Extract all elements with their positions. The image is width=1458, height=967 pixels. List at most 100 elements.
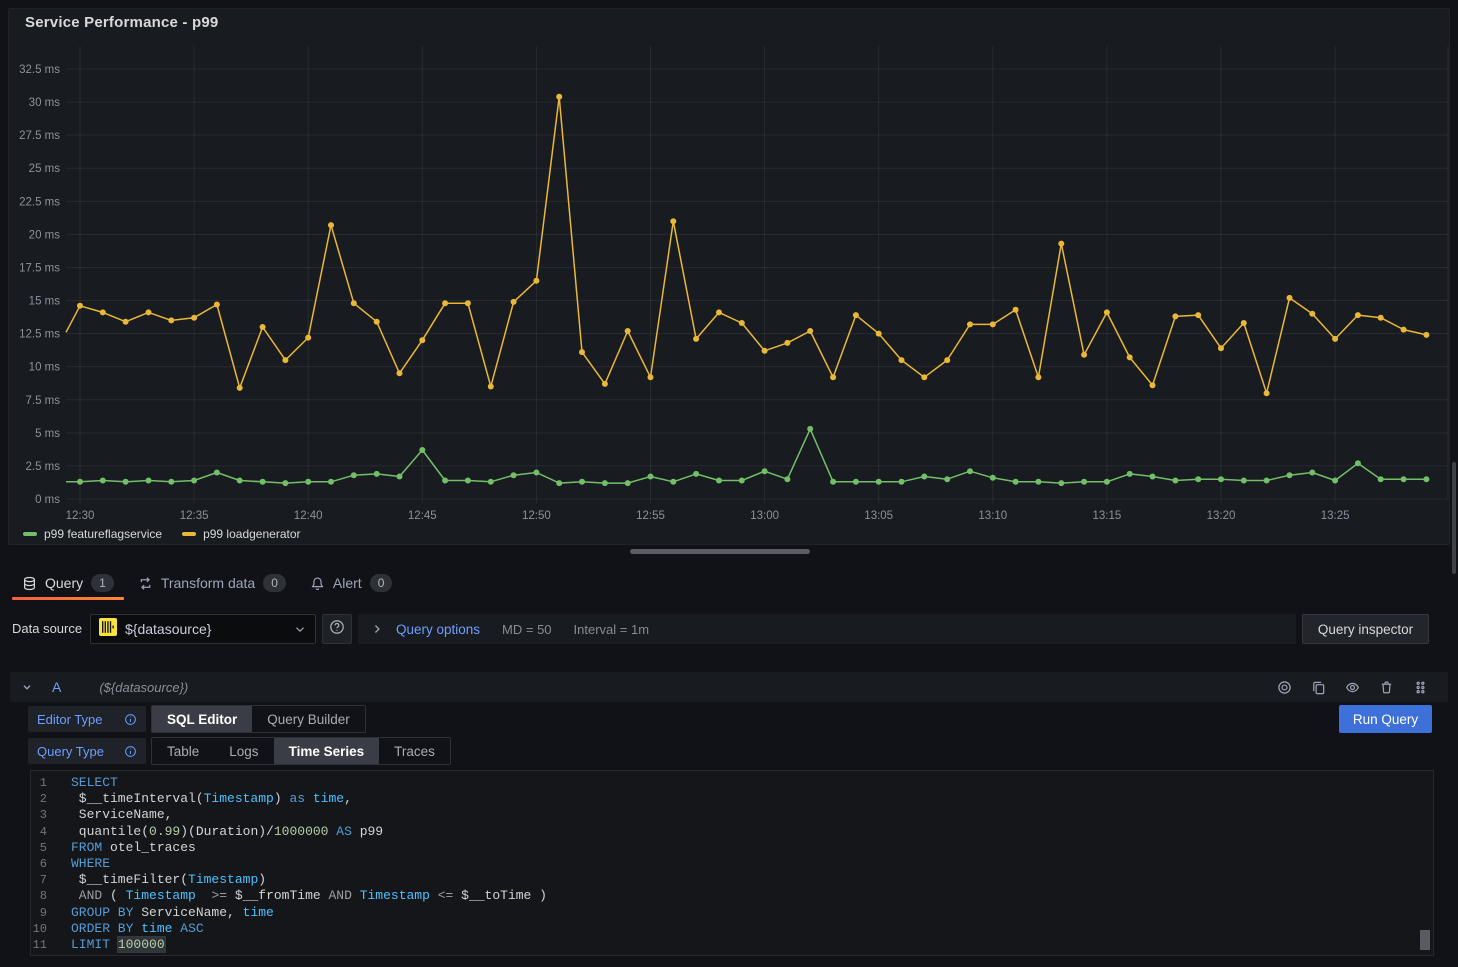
- option-logs[interactable]: Logs: [214, 738, 273, 764]
- line-number: 9: [31, 905, 71, 921]
- copy-icon[interactable]: [1311, 680, 1326, 695]
- query-datasource-hint: (${datasource}): [99, 680, 188, 695]
- query-row-header[interactable]: A (${datasource}): [10, 672, 1448, 702]
- code-text: $__timeFilter(Timestamp): [71, 872, 266, 888]
- option-sql-editor[interactable]: SQL Editor: [152, 706, 252, 732]
- info-circle-icon[interactable]: [124, 713, 137, 726]
- code-line[interactable]: 1SELECT: [31, 775, 1433, 791]
- clickhouse-logo-icon: [99, 618, 117, 641]
- line-number: 7: [31, 872, 71, 888]
- code-line[interactable]: 10ORDER BY time ASC: [31, 921, 1433, 937]
- trash-icon[interactable]: [1379, 680, 1394, 695]
- code-text: $__timeInterval(Timestamp) as time,: [71, 791, 352, 807]
- record-icon[interactable]: [1277, 680, 1292, 695]
- svg-text:27.5 ms: 27.5 ms: [19, 130, 60, 142]
- datasource-help-button[interactable]: [322, 614, 352, 644]
- svg-text:7.5 ms: 7.5 ms: [25, 395, 60, 407]
- tab-query[interactable]: Query 1: [10, 566, 126, 600]
- code-text: quantile(0.99)(Duration)/1000000 AS p99: [71, 824, 383, 840]
- code-text: FROM otel_traces: [71, 840, 196, 856]
- legend-series-swatch: [23, 532, 37, 536]
- tab-label: Query: [45, 575, 83, 591]
- code-text: GROUP BY ServiceName, time: [71, 905, 274, 921]
- legend-item[interactable]: p99 loadgenerator: [182, 527, 300, 541]
- chevron-right-icon[interactable]: [370, 622, 384, 636]
- option-time-series[interactable]: Time Series: [274, 738, 380, 764]
- option-traces[interactable]: Traces: [379, 738, 450, 764]
- query-type-label: Query Type: [28, 738, 146, 764]
- svg-text:12:35: 12:35: [180, 510, 209, 522]
- svg-text:15 ms: 15 ms: [29, 296, 61, 308]
- panel-title: Service Performance - p99: [25, 14, 218, 31]
- tab-label: Alert: [333, 575, 362, 591]
- legend-series-swatch: [182, 532, 196, 536]
- svg-text:12:55: 12:55: [636, 510, 665, 522]
- svg-text:13:25: 13:25: [1321, 510, 1350, 522]
- sql-code-editor[interactable]: 1SELECT2 $__timeInterval(Timestamp) as t…: [30, 770, 1434, 956]
- query-ref-id: A: [52, 679, 61, 695]
- timeseries-chart[interactable]: 0 ms 2.5 ms 5 ms 7.5 ms 10 ms 12.5 ms 15 ms 17.…: [9, 9, 1449, 544]
- code-line[interactable]: 3 ServiceName,: [31, 807, 1433, 823]
- info-circle-icon[interactable]: [124, 745, 137, 758]
- drag-handle-icon[interactable]: [1413, 680, 1428, 695]
- svg-text:12:45: 12:45: [408, 510, 437, 522]
- page-scrollbar[interactable]: [1452, 462, 1456, 574]
- code-line[interactable]: 4 quantile(0.99)(Duration)/1000000 AS p9…: [31, 824, 1433, 840]
- svg-text:5 ms: 5 ms: [35, 428, 60, 440]
- code-text: LIMIT 100000: [71, 937, 165, 953]
- editor-scrollbar-thumb[interactable]: [1420, 930, 1430, 950]
- tab-badge: 1: [91, 574, 114, 592]
- svg-text:12:50: 12:50: [522, 510, 551, 522]
- svg-text:0 ms: 0 ms: [35, 494, 60, 506]
- line-number: 2: [31, 791, 71, 807]
- code-text: AND ( Timestamp >= $__fromTime AND Times…: [71, 888, 547, 904]
- panel-editor-tabs: Query 1 Transform data0Alert0: [0, 566, 1458, 600]
- editor-type-radio-group: SQL EditorQuery Builder: [151, 705, 366, 733]
- svg-text:13:15: 13:15: [1093, 510, 1122, 522]
- line-number: 10: [31, 921, 71, 937]
- svg-text:17.5 ms: 17.5 ms: [19, 262, 60, 274]
- sql-code-lines: 1SELECT2 $__timeInterval(Timestamp) as t…: [31, 775, 1433, 953]
- code-line[interactable]: 11LIMIT 100000: [31, 937, 1433, 953]
- line-number: 8: [31, 888, 71, 904]
- tab-alert[interactable]: Alert0: [298, 566, 404, 600]
- horizontal-scrollbar[interactable]: [630, 549, 810, 554]
- line-number: 6: [31, 856, 71, 872]
- svg-text:10 ms: 10 ms: [29, 362, 61, 374]
- database-icon: [22, 576, 37, 591]
- svg-text:2.5 ms: 2.5 ms: [25, 461, 60, 473]
- svg-text:13:00: 13:00: [750, 510, 779, 522]
- svg-text:12:30: 12:30: [66, 510, 95, 522]
- line-number: 11: [31, 937, 71, 953]
- run-query-button[interactable]: Run Query: [1339, 705, 1432, 733]
- datasource-select[interactable]: ${datasource}: [90, 614, 316, 644]
- code-line[interactable]: 6WHERE: [31, 856, 1433, 872]
- code-line[interactable]: 8 AND ( Timestamp >= $__fromTime AND Tim…: [31, 888, 1433, 904]
- query-options-link[interactable]: Query options: [396, 622, 480, 637]
- tab-transform-data[interactable]: Transform data0: [126, 566, 298, 600]
- code-line[interactable]: 2 $__timeInterval(Timestamp) as time,: [31, 791, 1433, 807]
- svg-text:22.5 ms: 22.5 ms: [19, 196, 60, 208]
- option-query-builder[interactable]: Query Builder: [252, 706, 365, 732]
- svg-text:12.5 ms: 12.5 ms: [19, 329, 60, 341]
- code-line[interactable]: 7 $__timeFilter(Timestamp): [31, 872, 1433, 888]
- datasource-value: ${datasource}: [125, 621, 285, 637]
- query-inspector-button[interactable]: Query inspector: [1302, 614, 1429, 644]
- query-row-actions: [1277, 680, 1438, 695]
- legend-item[interactable]: p99 featureflagservice: [23, 527, 162, 541]
- svg-text:30 ms: 30 ms: [29, 97, 61, 109]
- chevron-down-icon[interactable]: [20, 680, 34, 694]
- code-line[interactable]: 5FROM otel_traces: [31, 840, 1433, 856]
- query-type-radio-group: TableLogsTime SeriesTraces: [151, 737, 451, 765]
- code-line[interactable]: 9GROUP BY ServiceName, time: [31, 905, 1433, 921]
- option-table[interactable]: Table: [152, 738, 214, 764]
- svg-text:13:05: 13:05: [864, 510, 893, 522]
- svg-text:20 ms: 20 ms: [29, 229, 61, 241]
- eye-icon[interactable]: [1345, 680, 1360, 695]
- query-options-bar: Query options MD = 50 Interval = 1m: [358, 614, 1296, 644]
- svg-text:32.5 ms: 32.5 ms: [19, 64, 60, 76]
- code-text: WHERE: [71, 856, 110, 872]
- svg-text:13:10: 13:10: [978, 510, 1007, 522]
- transform-icon: [138, 576, 153, 591]
- code-text: SELECT: [71, 775, 118, 791]
